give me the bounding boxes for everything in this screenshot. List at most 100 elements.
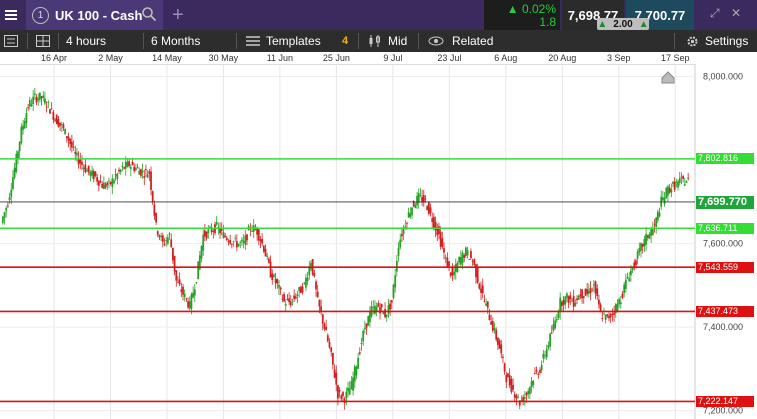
candle-body — [229, 240, 232, 244]
candle-body — [335, 372, 338, 385]
candle-body — [97, 180, 100, 186]
candle-body — [539, 370, 541, 373]
candle-body — [32, 96, 35, 104]
candle-body — [507, 373, 509, 378]
candle-body — [458, 256, 461, 263]
candle-body — [451, 267, 454, 276]
candle-body — [202, 234, 205, 251]
candle-body — [603, 313, 605, 315]
candle-body — [685, 181, 688, 183]
candle-body — [350, 381, 353, 390]
candle-body — [44, 98, 46, 104]
candle-body — [200, 245, 203, 259]
candle-body — [653, 224, 656, 226]
candle-body — [81, 162, 83, 165]
spread-up-icon: ▲ — [638, 18, 649, 30]
candle-body — [449, 272, 452, 276]
close-icon[interactable]: ✕ — [731, 6, 741, 20]
candle-body — [50, 108, 53, 110]
level-price-tag: 7,802.816 — [696, 153, 754, 165]
candle-body — [444, 257, 447, 259]
candle-body — [552, 324, 555, 331]
expand-icon[interactable]: ⤢ — [710, 6, 720, 20]
list-icon[interactable] — [4, 30, 18, 52]
candle-body — [210, 229, 213, 233]
candle-body — [20, 126, 23, 143]
candle-body — [227, 240, 230, 242]
candle-body — [8, 197, 11, 201]
candle-body — [619, 302, 622, 305]
candle-body — [261, 238, 264, 244]
candle-body — [291, 299, 294, 301]
candle-body — [675, 181, 678, 183]
templates-button[interactable]: Templates — [246, 30, 321, 52]
candle-body — [566, 293, 568, 298]
candle-body — [185, 298, 188, 300]
candle-body — [242, 240, 245, 243]
candle-body — [5, 207, 8, 212]
candle-body — [17, 151, 19, 159]
instrument-tab[interactable]: 1 UK 100 - Cash — [26, 0, 163, 30]
candle-body — [141, 170, 144, 173]
search-icon[interactable] — [141, 6, 157, 22]
candle-body — [441, 238, 444, 248]
candle-body — [353, 366, 356, 382]
candle-body — [473, 259, 476, 265]
add-tab-icon[interactable]: + — [172, 4, 184, 27]
candle-body — [438, 226, 440, 235]
candle-body — [433, 216, 435, 228]
candle-body — [70, 141, 73, 148]
candle-body — [390, 300, 393, 303]
settings-button[interactable]: Settings — [686, 30, 748, 52]
candle-body — [490, 321, 493, 325]
price-mode-button[interactable]: Mid — [368, 30, 407, 52]
candle-body — [638, 247, 641, 253]
x-tick-label: 16 Apr — [40, 53, 68, 63]
level-price-tag: 7,222.147 — [696, 395, 754, 407]
candle-body — [182, 286, 184, 295]
candle-body — [113, 180, 115, 184]
candle-body — [87, 165, 90, 173]
price-chart[interactable]: 8,000.000 7,600.000 7,400.000 7,200.000 — [0, 64, 757, 419]
candle-body — [397, 247, 400, 256]
candle-body — [464, 247, 467, 256]
candle-body — [276, 279, 279, 284]
candle-body — [267, 258, 270, 263]
candle-body — [587, 290, 590, 294]
candle-body — [443, 248, 445, 253]
candle-body — [102, 182, 105, 190]
candle-body — [283, 294, 285, 302]
candle-body — [264, 248, 267, 257]
candle-body — [461, 252, 464, 264]
related-button[interactable]: Related — [428, 30, 493, 52]
candle-body — [357, 358, 360, 369]
interval-selector[interactable]: 4 hours — [66, 30, 106, 52]
candle-body — [389, 303, 392, 310]
candle-body — [188, 301, 191, 309]
candle-body — [128, 161, 131, 166]
hamburger-icon[interactable] — [0, 0, 22, 30]
candle-body — [591, 290, 594, 292]
candle-body — [173, 255, 176, 272]
candle-body — [463, 255, 466, 258]
candle-body — [153, 204, 156, 216]
candle-body — [544, 355, 546, 357]
candle-body — [10, 189, 13, 197]
range-selector[interactable]: 6 Months — [151, 30, 200, 52]
candle-body — [448, 261, 450, 267]
candle-body — [369, 311, 371, 323]
candle-body — [190, 294, 193, 309]
candle-body — [498, 340, 501, 349]
candle-body — [84, 164, 87, 173]
candle-body — [582, 296, 585, 298]
candle-body — [459, 257, 462, 265]
candle-body — [145, 168, 147, 170]
candle-body — [673, 181, 676, 190]
candle-body — [618, 299, 621, 305]
scroll-handle-icon[interactable] — [661, 71, 675, 84]
grid-layout-icon[interactable] — [36, 30, 50, 52]
candle-body — [244, 235, 247, 245]
candle-body — [45, 106, 48, 108]
x-tick-label: 17 Sep — [660, 53, 690, 63]
candle-body — [559, 297, 562, 313]
